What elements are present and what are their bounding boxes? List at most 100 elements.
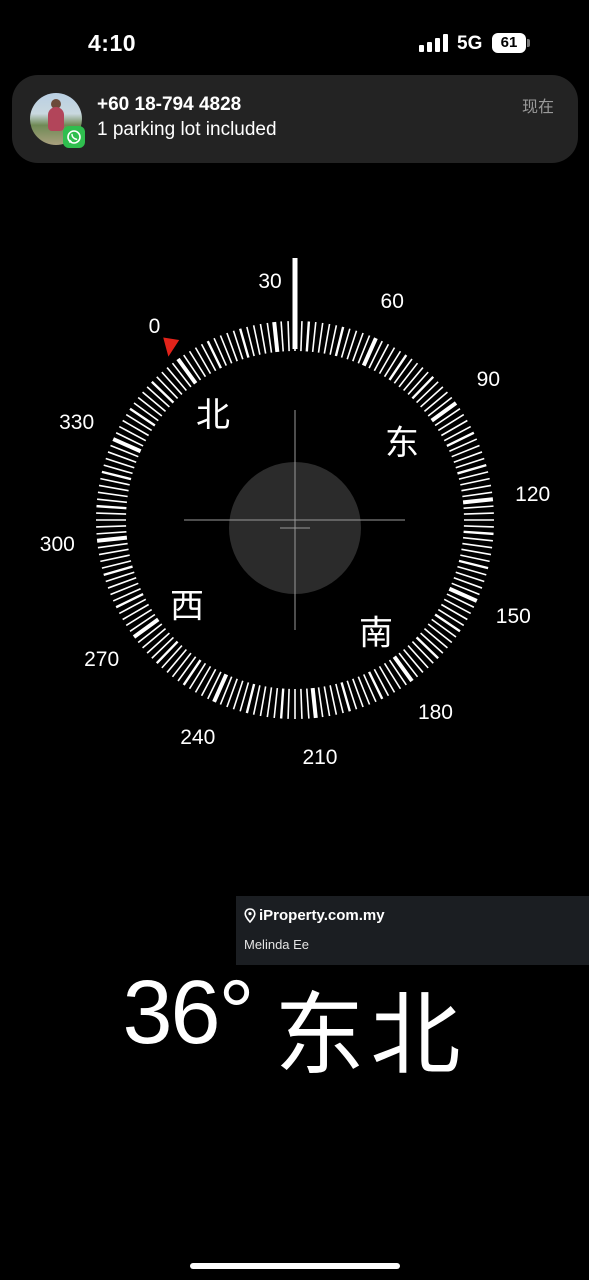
compass-tick [463,505,494,510]
compass-tick [403,648,424,673]
cardinal-west: 西 [170,586,204,627]
north-marker-icon [163,337,180,357]
compass-tick [259,686,267,717]
compass-tick [194,347,212,375]
degree-label: 180 [417,701,453,725]
compass-tick [96,512,127,515]
degree-label: 30 [258,270,282,294]
compass-tick [96,504,127,510]
iproperty-logo-text: iProperty.com.my [259,907,385,924]
compass-tick [206,340,222,369]
degree-label: 0 [148,314,161,338]
compass-tick [125,608,153,627]
degree-label: 90 [476,367,501,391]
compass-tick [411,376,435,400]
degree-label: 240 [180,726,216,750]
compass-tick [252,685,261,715]
compass-tick [96,525,127,528]
heading-degrees: 36° [122,963,254,1063]
compass-tick [463,530,494,536]
compass-tick [287,321,290,352]
location-pin-icon [244,908,256,923]
compass-tick [361,337,378,367]
compass-tick [155,640,179,664]
compass-tick [166,367,187,392]
compass-tick [96,530,127,535]
compass-tick [398,362,419,388]
home-indicator[interactable] [190,1263,400,1269]
compass-tick [200,343,217,372]
degree-label: 120 [515,483,551,507]
compass-tick [245,683,256,714]
compass-tick [373,343,390,372]
compass-tick [101,470,132,481]
compass-tick [212,673,229,703]
compass-tick [112,588,141,602]
degree-label: 270 [84,648,120,672]
compass-tick [462,491,493,498]
compass-tick [329,325,338,355]
compass-tick [443,425,472,442]
compass-tick [388,354,408,381]
compass-tick [461,484,492,492]
degree-label: 150 [495,605,531,629]
compass-dial [96,258,494,719]
compass-tick [118,425,147,442]
compass-tick [97,498,128,504]
compass-tick [383,662,402,690]
compass-tick [423,391,448,412]
compass-tick [287,688,290,719]
compass-tick [273,687,279,718]
compass-tick [446,431,475,447]
compass-tick [200,668,217,697]
compass-tick [100,477,130,486]
compass-tick [392,655,414,683]
compass-tick [98,484,129,492]
compass-tick [430,401,458,423]
compass-tick [137,396,163,417]
compass-tick [463,512,494,515]
compass-tick [443,598,472,615]
degree-label: 300 [39,532,75,556]
compass-tick [188,350,207,378]
compass-tick [440,603,468,621]
compass-tick [323,323,331,354]
compass-tick [100,554,130,563]
compass-tick [252,325,261,355]
compass-tick [133,402,159,422]
compass-tick [118,598,147,615]
compass-tick [125,413,153,432]
compass-tick [166,648,187,673]
compass-tick [383,350,402,378]
compass-tick [279,688,285,719]
compass-tick [334,326,345,357]
degree-label: 60 [380,289,404,313]
compass-tick [427,623,453,644]
iproperty-logo: iProperty.com.my [244,907,385,924]
compass-tick [305,321,311,352]
heading-direction: 东北 [274,983,467,1088]
compass: 0 30 60 90 120 150 180 210 240 270 300 330 北 东 南 西 [0,0,589,900]
compass-tick [368,671,384,700]
compass-tick [431,618,457,638]
compass-tick [98,548,129,556]
compass-tick [317,687,324,718]
compass-tick [280,321,285,352]
compass-tick [161,371,183,395]
compass-tick [437,413,465,432]
compass-tick [407,645,429,669]
compass-tick [182,659,202,686]
compass-tick [176,357,198,385]
compass-tick [378,347,396,375]
compass-tick [458,559,489,570]
compass-tick [317,322,324,353]
compass-tick [188,662,207,690]
cardinal-south: 南 [359,613,393,654]
compass-tick [259,323,267,354]
compass-tick [310,687,318,719]
degree-label: 210 [302,745,338,769]
compass-tick [393,358,413,384]
compass-tick [213,337,227,366]
cardinal-east: 东 [385,423,419,464]
compass-tick [378,665,396,693]
